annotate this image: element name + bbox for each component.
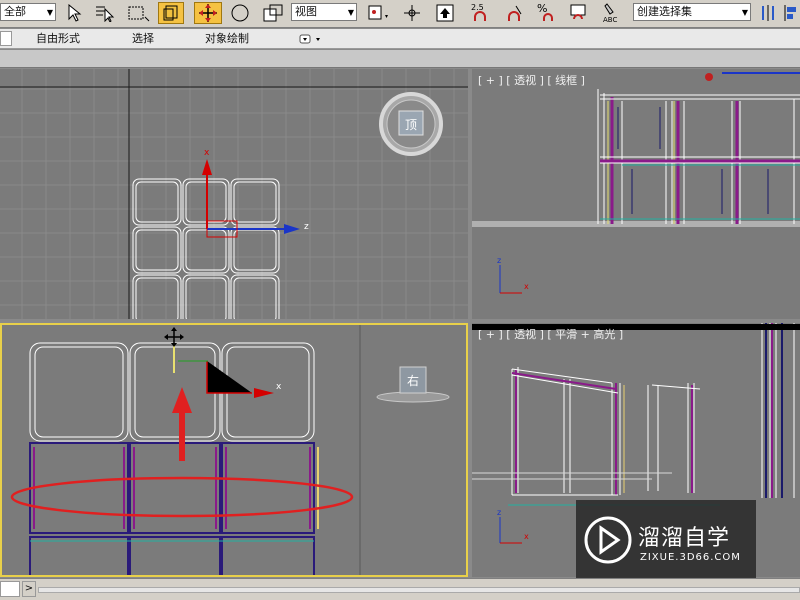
snap-magnet-icon xyxy=(508,5,522,21)
ribbon-panel-strip xyxy=(0,50,800,68)
percent-snap-toggle[interactable]: % xyxy=(534,2,562,24)
viewcube[interactable]: 右 xyxy=(376,366,450,403)
abc-pencil-icon: ABC xyxy=(603,3,617,24)
select-and-move-button[interactable] xyxy=(194,2,222,24)
window-crossing-button[interactable] xyxy=(158,2,184,24)
watermark-brand: 溜溜自学 xyxy=(638,526,731,551)
angle-snap-label: 2.5 xyxy=(471,3,484,12)
viewport-right[interactable]: x 右 xyxy=(0,323,468,577)
edit-named-selection-button[interactable]: ABC xyxy=(598,2,626,24)
percent-snap-button[interactable] xyxy=(502,2,530,24)
viewcube-label: 右 xyxy=(407,373,419,388)
axis-x-label: x xyxy=(204,148,210,158)
named-selection-set-value: 创建选择集 xyxy=(637,5,692,18)
mirror-button[interactable] xyxy=(758,2,778,24)
main-toolbar: 全部 ▼ 视图 ▼ 2.5 % ABC 创建选择集 ▼ xyxy=(0,0,800,28)
watermark: 溜溜自学 ZIXUE.3D66.COM xyxy=(576,500,756,584)
wire-boxes xyxy=(472,323,800,506)
window-crossing-icon xyxy=(163,5,178,21)
axis-tripod: z x xyxy=(497,508,529,544)
tab-freeform[interactable]: 自由形式 xyxy=(36,31,80,47)
chevron-down-icon: ▼ xyxy=(46,8,53,17)
list-cursor-icon xyxy=(96,6,115,22)
tripod-z: z xyxy=(497,508,501,517)
tripod-z: z xyxy=(497,256,501,265)
align-button[interactable] xyxy=(780,2,800,24)
viewcube-label: 顶 xyxy=(405,118,417,132)
axis-x-label: x xyxy=(276,382,282,392)
viewport-perspective-label[interactable]: [ + ] [ 透视 ] [ 线框 ] xyxy=(478,72,585,88)
rectangular-region-button[interactable] xyxy=(124,2,152,24)
chevron-down-icon: ▼ xyxy=(347,8,354,17)
light-target xyxy=(705,73,713,81)
play-logo-icon xyxy=(584,516,632,564)
rect-select-icon xyxy=(128,6,150,22)
chevron-down-icon: ▼ xyxy=(741,8,748,17)
align-icon xyxy=(784,5,796,21)
spinner-snap-button[interactable] xyxy=(566,2,592,24)
viewport-top[interactable]: x z 顶 xyxy=(0,69,468,319)
reference-coordinate-value: 视图 xyxy=(295,5,317,18)
scale-icon xyxy=(263,4,283,22)
select-object-button[interactable] xyxy=(62,2,86,24)
tripod-x: x xyxy=(524,282,529,291)
angle-snap-icon: 2.5 xyxy=(471,3,486,21)
lower-row-boxes xyxy=(29,442,319,575)
select-and-rotate-button[interactable] xyxy=(228,2,252,24)
viewport-perspective[interactable]: z x [ + ] [ 透视 ] [ 线框 ] xyxy=(472,69,800,319)
mirror-icon xyxy=(762,5,774,21)
wire-boxes xyxy=(597,89,800,224)
cursor-arrow-icon xyxy=(68,4,82,22)
pivot-icon xyxy=(368,5,388,20)
tab-selection[interactable]: 选择 xyxy=(132,31,154,47)
manipulate-icon xyxy=(404,5,420,21)
top-row-boxes xyxy=(29,342,315,442)
ribbon-options-icon xyxy=(299,34,320,44)
watermark-url: ZIXUE.3D66.COM xyxy=(640,552,741,563)
annotation-arrowhead xyxy=(172,387,192,413)
layer-dropdown-value: 全部 xyxy=(4,5,26,18)
ribbon-left-box xyxy=(0,31,12,46)
pivot-point-button[interactable] xyxy=(364,2,392,24)
reference-coordinate-dropdown[interactable]: 视图 ▼ xyxy=(291,3,357,21)
keyboard-override-icon xyxy=(436,4,454,22)
percent-snap-icon: % xyxy=(537,2,553,21)
axis-z-label: z xyxy=(304,222,309,232)
viewcube[interactable]: 顶 xyxy=(379,92,443,156)
viewport-camera-label[interactable]: [ + ] [ 透视 ] [ 平滑 + 高光 ] xyxy=(478,326,623,342)
select-and-manipulate-button[interactable] xyxy=(398,2,426,24)
tab-object-paint[interactable]: 对象绘制 xyxy=(205,31,249,47)
keyboard-shortcut-override-button[interactable] xyxy=(432,2,458,24)
axis-tripod: z x xyxy=(497,256,529,294)
mouse-cursor xyxy=(164,327,184,347)
named-selection-set-dropdown[interactable]: 创建选择集 ▼ xyxy=(633,3,751,21)
rotate-icon xyxy=(231,4,249,22)
ribbon-options-button[interactable] xyxy=(298,32,324,46)
viewport-top-canvas: x z 顶 xyxy=(0,69,468,319)
time-slider-track[interactable] xyxy=(38,587,800,593)
tripod-x: x xyxy=(524,532,529,541)
spinner-snap-icon xyxy=(570,4,586,20)
ribbon: 自由形式 选择 对象绘制 xyxy=(0,29,800,49)
viewport-perspective-canvas: z x xyxy=(472,72,800,294)
angle-snap-button[interactable]: 2.5 xyxy=(468,2,498,24)
abc-label: ABC xyxy=(603,16,617,24)
percent-snap-label: % xyxy=(537,2,547,15)
select-and-scale-button[interactable] xyxy=(260,2,286,24)
annotation-ellipse xyxy=(10,476,354,518)
viewport-right-canvas: x 右 xyxy=(10,325,450,575)
ground-plane xyxy=(472,221,800,227)
status-bar: > xyxy=(0,578,800,600)
move-gizmo[interactable]: x xyxy=(173,345,282,398)
select-by-name-button[interactable] xyxy=(92,2,118,24)
move-icon xyxy=(199,4,217,22)
maxscript-listener-box[interactable] xyxy=(0,581,20,597)
expand-button[interactable]: > xyxy=(22,581,36,597)
layer-dropdown[interactable]: 全部 ▼ xyxy=(0,3,56,21)
